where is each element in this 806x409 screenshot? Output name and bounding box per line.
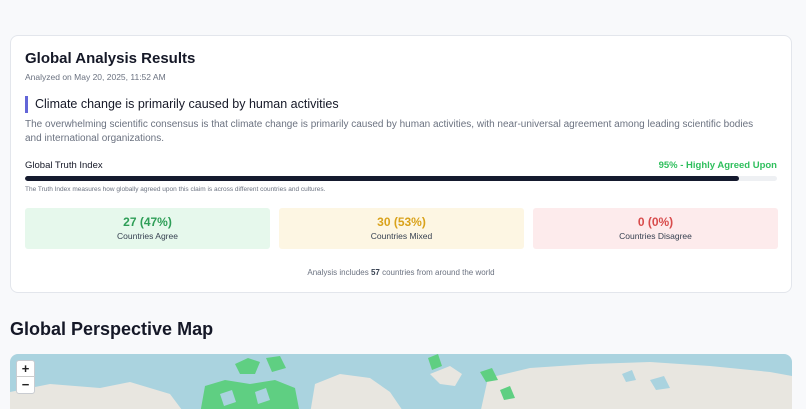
analysis-footnote: Analysis includes 57 countries from arou… <box>11 268 791 277</box>
zoom-out-button[interactable]: − <box>17 377 34 393</box>
map-tiles <box>10 354 792 409</box>
analyzed-timestamp: Analyzed on May 20, 2025, 11:52 AM <box>25 72 166 82</box>
footnote-prefix: Analysis includes <box>307 268 371 277</box>
mixed-count: 30 (53%) <box>377 215 426 229</box>
agree-label: Countries Agree <box>117 231 178 241</box>
zoom-control: + − <box>16 360 35 394</box>
truth-index-note: The Truth Index measures how globally ag… <box>25 186 326 193</box>
results-title: Global Analysis Results <box>25 50 196 67</box>
agree-count: 27 (47%) <box>123 215 172 229</box>
stat-countries-mixed: 30 (53%) Countries Mixed <box>279 208 524 249</box>
world-map[interactable]: + − <box>10 354 792 409</box>
disagree-label: Countries Disagree <box>619 231 692 241</box>
map-section-title: Global Perspective Map <box>10 319 214 339</box>
truth-index-bar <box>25 176 777 181</box>
truth-index-label: Global Truth Index <box>25 160 103 171</box>
claim-description: The overwhelming scientific consensus is… <box>25 119 754 144</box>
stat-countries-disagree: 0 (0%) Countries Disagree <box>533 208 778 249</box>
zoom-in-button[interactable]: + <box>17 361 34 377</box>
mixed-label: Countries Mixed <box>370 231 433 241</box>
footnote-suffix: countries from around the world <box>379 268 495 277</box>
truth-index-value: 95% - Highly Agreed Upon <box>658 160 777 171</box>
disagree-count: 0 (0%) <box>637 215 674 229</box>
stat-countries-agree: 27 (47%) Countries Agree <box>25 208 270 249</box>
truth-index-bar-fill <box>25 176 740 181</box>
country-count: 57 <box>370 268 380 277</box>
claim-heading: Climate change is primarily caused by hu… <box>25 96 339 113</box>
analysis-results-card: Global Analysis Results Analyzed on May … <box>10 35 792 293</box>
